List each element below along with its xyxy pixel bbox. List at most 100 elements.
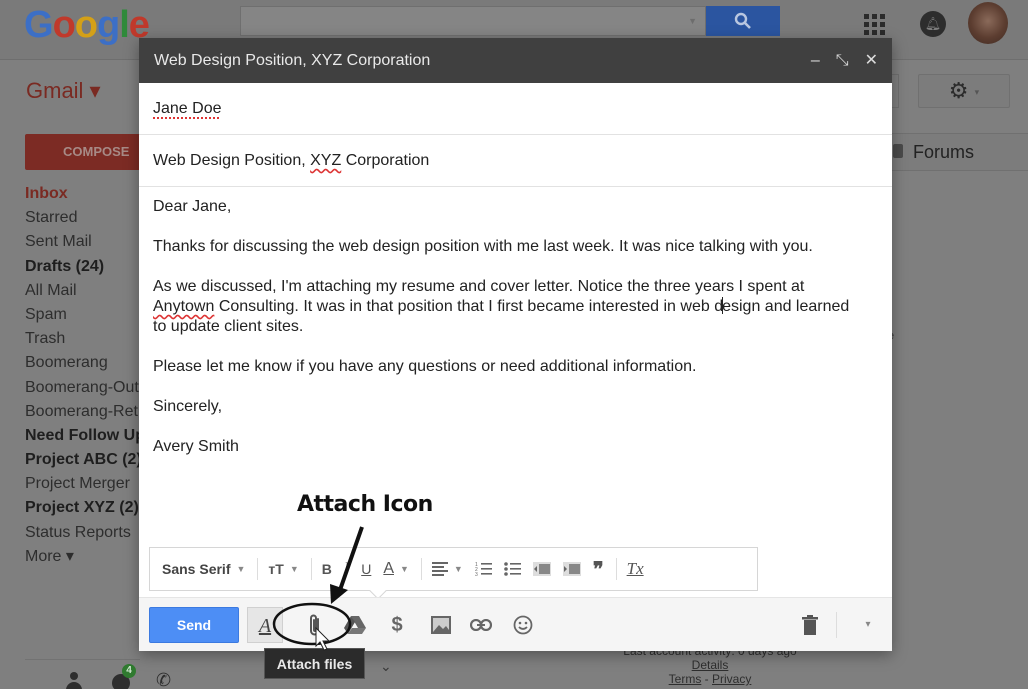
sidebar-item-label: Drafts (24) [25,257,105,275]
sidebar-item-spam[interactable]: Spam [25,303,143,327]
font-size-select[interactable]: ᴛT ▼ [268,561,298,577]
compose-button[interactable]: COMPOSE [25,134,145,170]
search-options-caret-icon[interactable]: ▼ [688,16,697,26]
search-icon [734,12,751,29]
sidebar-item-need-follow-up[interactable]: Need Follow Up [25,424,143,448]
send-button[interactable]: Send [149,607,239,643]
send-money-button[interactable]: $ [379,607,415,643]
sidebar-item-starred[interactable]: Starred [25,206,143,230]
bold-button[interactable]: B [322,561,332,577]
chevron-down-icon[interactable]: ⌄ [380,658,392,675]
indent-more-icon [562,562,581,576]
settings-button[interactable]: ⚙ ▾ [918,74,1010,108]
text-color-button[interactable]: A ▼ [383,560,409,578]
logo-letter: l [119,4,130,46]
hangouts-icon[interactable]: 4 [112,664,136,689]
tab-forums[interactable]: Forums [885,133,1028,171]
phone-icon[interactable]: ✆ [156,670,171,689]
minimize-icon[interactable]: – [811,38,820,83]
insert-photo-button[interactable] [423,607,459,643]
chevron-down-icon: ▼ [453,564,463,574]
sidebar-item-project-merger[interactable]: Project Merger [25,472,143,496]
formatting-options-button[interactable]: A [247,607,283,643]
indent-less-icon [532,562,551,576]
exit-fullscreen-icon[interactable]: ⤡ [836,38,849,83]
sidebar-item-status-reports[interactable]: Status Reports [25,521,143,545]
insert-emoji-button[interactable] [505,607,541,643]
gear-icon: ⚙ [948,78,969,103]
sidebar-item-project-abc-2[interactable]: Project ABC (2) [25,448,143,472]
subject-field[interactable]: Web Design Position, XYZ Corporation [139,135,892,187]
attach-files-button[interactable] [297,607,333,643]
terms-link[interactable]: Terms [669,672,702,686]
divider [420,558,422,580]
annotation-label: Attach Icon [297,492,433,517]
quote-button[interactable]: ❞ [593,557,604,582]
numbered-list-icon: 123 [475,562,492,577]
sidebar-item-boomerang-returned[interactable]: Boomerang-Returned [25,400,143,424]
logo-letter: g [97,4,120,46]
compose-window: Web Design Position, XYZ Corporation – ⤡… [139,38,892,651]
sidebar-item-more[interactable]: More ▾ [25,545,143,569]
close-icon[interactable]: ✕ [865,38,878,83]
sidebar-item-boomerang-outbox[interactable]: ▶Boomerang-Outbox [25,376,143,400]
drive-icon [344,616,366,634]
tab-label: Forums [913,142,975,162]
sidebar-item-label: Boomerang [25,354,108,372]
chevron-down-icon: ▾ [974,87,980,98]
font-select[interactable]: Sans Serif ▼ [162,561,245,577]
indent-more-button[interactable] [562,562,581,576]
sidebar-item-label: Starred [25,209,78,227]
bulleted-list-button[interactable] [504,561,521,577]
sidebar-item-inbox[interactable]: Inbox [25,182,143,206]
recipient-chip[interactable]: Jane Doe [153,100,222,117]
underline-button[interactable]: U [361,561,371,577]
sidebar-item-sent-mail[interactable]: Sent Mail [25,230,143,254]
italic-icon: I [343,560,350,577]
message-body[interactable]: Dear Jane, Thanks for discussing the web… [139,187,892,537]
paperclip-icon [310,614,319,636]
logo-letter: G [24,4,54,46]
user-avatar[interactable] [968,2,1008,44]
sidebar-item-label: Trash [25,330,66,348]
to-field[interactable]: Jane Doe [139,83,892,135]
insert-from-drive-button[interactable] [337,607,373,643]
sidebar-item-label: Boomerang-Outbox [25,378,143,396]
search-button[interactable] [706,6,780,36]
emoji-icon [513,615,533,635]
indent-less-button[interactable] [532,562,551,576]
compose-bottom-toolbar: Send A $ ▾ [139,597,892,651]
italic-button[interactable]: I [344,560,349,578]
sidebar-item-all-mail[interactable]: All Mail [25,279,143,303]
closing: Sincerely, [153,398,223,415]
sidebar-item-trash[interactable]: Trash [25,327,143,351]
line: esign and learned [722,298,850,315]
unread-badge: 4 [122,664,136,678]
apps-grid-icon[interactable] [864,14,886,36]
signature: Avery Smith [153,438,239,455]
photo-icon [431,616,451,634]
details-link[interactable]: Details [692,658,729,672]
numbered-list-button[interactable]: 123 [475,561,492,577]
sidebar-item-project-xyz-2[interactable]: Project XYZ (2) [25,496,143,520]
bell-icon[interactable]: 🔔︎ [920,11,946,37]
google-logo[interactable]: Google [24,4,150,47]
compose-title-bar[interactable]: Web Design Position, XYZ Corporation – ⤡… [139,38,892,83]
gmail-menu[interactable]: Gmail ▾ [26,78,101,104]
discard-draft-button[interactable] [792,607,828,643]
sidebar-item-label: Inbox [25,185,68,202]
contacts-icon[interactable] [66,672,82,689]
font-size-icon: ᴛT [268,561,284,577]
more-options-button[interactable]: ▾ [850,607,886,643]
align-button[interactable]: ▼ [431,562,463,576]
align-icon [431,562,448,576]
insert-link-button[interactable] [463,607,499,643]
separator: - [701,672,712,686]
search-input[interactable]: ▼ [240,6,706,36]
sidebar-item-label: More ▾ [25,547,74,565]
sidebar-item-label: Need Follow Up [25,426,143,444]
sidebar-item-boomerang[interactable]: Boomerang [25,351,143,375]
sidebar-item-drafts-24[interactable]: Drafts (24) [25,255,143,279]
privacy-link[interactable]: Privacy [712,672,751,686]
remove-formatting-button[interactable]: Tx [627,559,644,579]
